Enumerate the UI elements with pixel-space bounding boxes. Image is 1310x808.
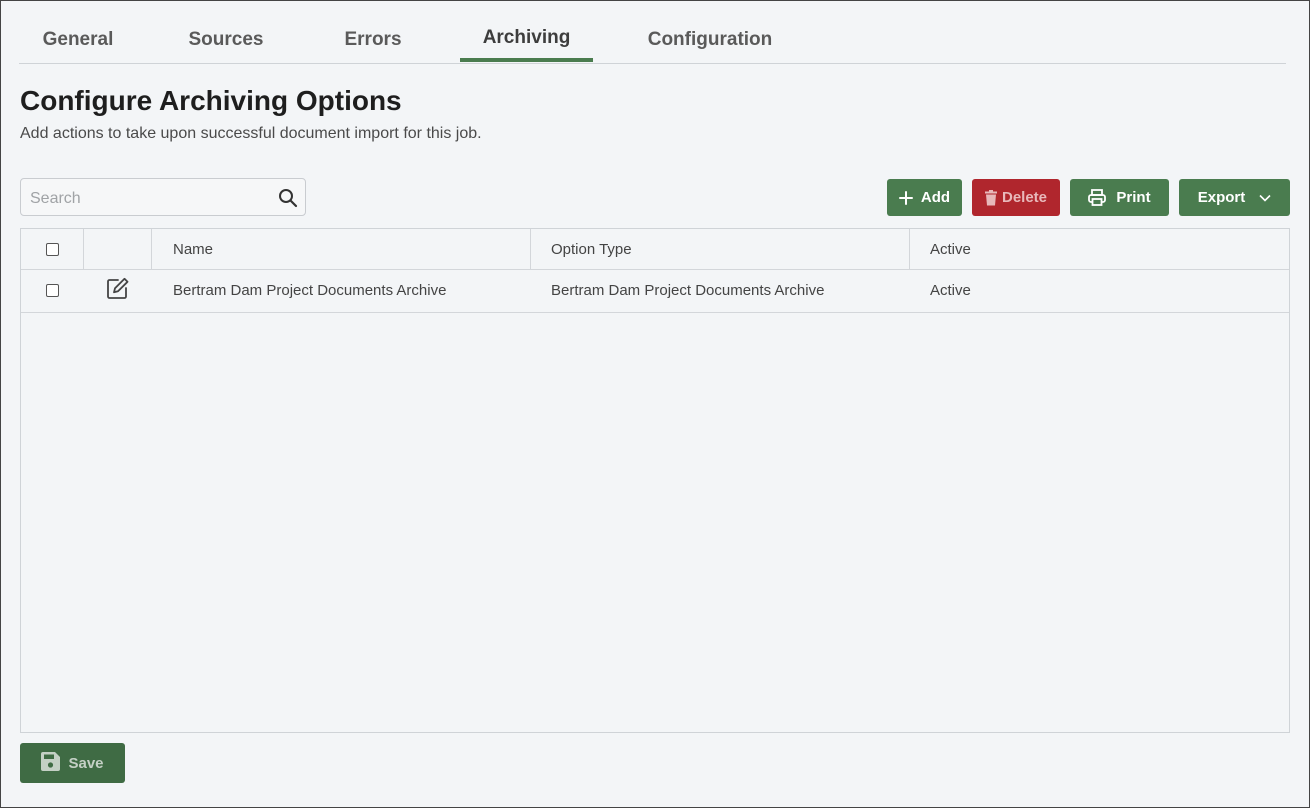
- printer-icon: [1088, 189, 1107, 206]
- delete-button-label: Delete: [1001, 189, 1048, 206]
- plus-icon: [898, 190, 913, 205]
- header-edit-cell: [84, 229, 152, 269]
- tab-errors[interactable]: Errors: [325, 19, 421, 62]
- tab-archiving[interactable]: Archiving: [460, 19, 593, 62]
- cell-active: Active: [930, 282, 971, 299]
- header-select-cell: [21, 229, 84, 269]
- search-box: [20, 178, 306, 216]
- tab-sources[interactable]: Sources: [167, 19, 285, 62]
- cell-name: Bertram Dam Project Documents Archive: [173, 282, 447, 299]
- row-edit-cell: [84, 269, 152, 312]
- print-button[interactable]: Print: [1070, 179, 1169, 216]
- save-button[interactable]: Save: [20, 743, 125, 783]
- page-subtitle: Add actions to take upon successful docu…: [20, 125, 482, 142]
- tab-configuration[interactable]: Configuration: [635, 19, 785, 62]
- table-row[interactable]: Bertram Dam Project Documents Archive Be…: [21, 269, 1289, 313]
- cell-option-type: Bertram Dam Project Documents Archive: [551, 282, 825, 299]
- table-header-row: Name Option Type Active: [21, 229, 1289, 270]
- print-button-label: Print: [1116, 189, 1151, 206]
- floppy-disk-icon: [41, 751, 61, 775]
- column-header-active[interactable]: Active: [910, 229, 1289, 269]
- page-title: Configure Archiving Options: [20, 85, 402, 116]
- add-button[interactable]: Add: [887, 179, 962, 216]
- row-select-cell: [21, 269, 84, 312]
- trash-icon: [984, 189, 997, 206]
- delete-button[interactable]: Delete: [972, 179, 1060, 216]
- search-icon[interactable]: [278, 188, 298, 208]
- save-button-label: Save: [68, 754, 104, 772]
- archiving-options-table: Name Option Type Active Bertram Dam Proj…: [20, 228, 1290, 733]
- export-dropdown-button[interactable]: Export: [1179, 179, 1290, 216]
- chevron-down-icon: [1259, 194, 1271, 202]
- tab-general[interactable]: General: [19, 19, 137, 62]
- search-input[interactable]: [28, 187, 272, 211]
- add-button-label: Add: [920, 189, 951, 206]
- tab-bar: General Sources Errors Archiving Configu…: [19, 19, 1286, 64]
- export-button-label: Export: [1197, 189, 1246, 206]
- row-checkbox[interactable]: [46, 284, 59, 297]
- column-header-option-type[interactable]: Option Type: [531, 229, 910, 269]
- select-all-checkbox[interactable]: [45, 242, 59, 256]
- edit-icon[interactable]: [106, 277, 130, 304]
- column-header-name[interactable]: Name: [152, 229, 531, 269]
